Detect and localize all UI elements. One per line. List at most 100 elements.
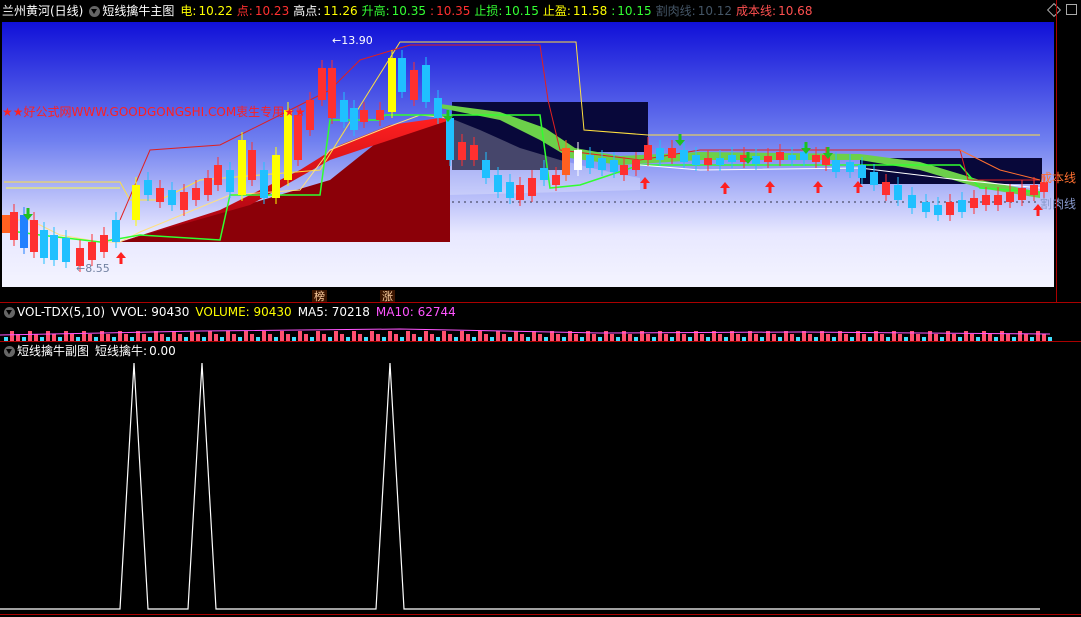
volume-chart[interactable] (0, 321, 1081, 341)
candle (970, 198, 978, 208)
candle (788, 155, 796, 160)
candle (214, 165, 222, 185)
stock-title[interactable]: 兰州黄河(日线) (2, 2, 83, 20)
volume-bar (352, 331, 356, 341)
candle (752, 156, 760, 164)
header-label-4: : (430, 4, 435, 18)
candle (632, 160, 640, 170)
volume-bar (988, 334, 992, 341)
volume-bar (502, 334, 506, 341)
volume-bar (214, 334, 218, 341)
candle (858, 165, 866, 178)
header-value-1: 10.23 (254, 4, 290, 18)
volume-bar (196, 334, 200, 341)
candle (376, 110, 384, 120)
indicator-menu-icon[interactable] (89, 5, 101, 17)
volume-bar (478, 331, 482, 341)
candle (812, 155, 820, 162)
candle (398, 58, 406, 92)
volume-bar (244, 331, 248, 341)
volume-bar (466, 334, 470, 341)
candle (458, 142, 466, 160)
volume-bar (772, 334, 776, 341)
sell-arrow-stem (26, 208, 30, 214)
candle (1030, 185, 1038, 195)
volume-bar (208, 331, 212, 341)
volume-bar (946, 331, 950, 341)
sell-arrow-stem (746, 152, 750, 158)
volume-bar (574, 334, 578, 341)
volume-bar (268, 334, 272, 341)
volume-bar (304, 334, 308, 341)
candle (248, 150, 256, 180)
candle (528, 178, 536, 196)
candle (994, 195, 1002, 205)
sub-indicator-chart[interactable] (0, 359, 1081, 615)
candle (776, 152, 784, 160)
watermark-text: ★★好公式网WWW.GOODGONGSHI.COM衷生专用★★ (2, 105, 306, 119)
candle (446, 118, 454, 160)
volume-bar (154, 331, 158, 341)
candle (870, 172, 878, 185)
high-price-label: ←13.90 (332, 34, 373, 47)
volume-bar (412, 334, 416, 341)
maximize-icon[interactable] (1066, 4, 1077, 15)
volume-bar (592, 334, 596, 341)
candle (470, 145, 478, 160)
candle (284, 110, 292, 180)
candle (832, 160, 840, 172)
volume-bar (916, 334, 920, 341)
candle (422, 65, 430, 102)
volume-bar (538, 334, 542, 341)
volume-bar (250, 334, 254, 341)
volume-bar (982, 331, 986, 341)
volume-bar (610, 334, 614, 341)
candle (388, 58, 396, 112)
candle (882, 182, 890, 195)
volume-bar (178, 334, 182, 341)
candle (204, 178, 212, 195)
candle (226, 170, 234, 192)
volume-bar (70, 334, 74, 341)
sub-indicator-label: 短线擒牛: (95, 344, 148, 358)
candle (340, 100, 348, 122)
indicator-name[interactable]: 短线擒牛主图 (102, 2, 174, 20)
volume-bar (448, 334, 452, 341)
volume-bar (316, 331, 320, 341)
candle (728, 155, 736, 162)
volume-bar (376, 334, 380, 341)
volume-bar (46, 331, 50, 341)
candle (908, 195, 916, 208)
header-value-3: 10.35 (391, 4, 427, 18)
volume-bar (862, 334, 866, 341)
diamond-icon[interactable] (1046, 2, 1062, 18)
candlestick-chart[interactable]: ←13.90 ←8.55 (0, 20, 1081, 290)
volume-bar (754, 334, 758, 341)
candle (540, 168, 548, 180)
right-divider (1056, 0, 1057, 302)
volume-bar (520, 334, 524, 341)
header-value-6: 11.58 (572, 4, 608, 18)
sub-menu-icon[interactable] (4, 345, 15, 357)
volume-bar (1006, 334, 1010, 341)
volume-bar (298, 331, 302, 341)
candle (132, 185, 140, 220)
candle (112, 220, 120, 242)
volume-indicator-name[interactable]: VOL-TDX(5,10) (17, 303, 105, 321)
candle (272, 155, 280, 198)
volume-bar (808, 334, 812, 341)
sub-indicator-name[interactable]: 短线擒牛副图 (17, 342, 89, 360)
cut-line-label: 割肉线 (1040, 197, 1077, 211)
header-label-7: : (611, 4, 616, 18)
candle (328, 68, 336, 118)
candle (144, 180, 152, 195)
volume-bar (82, 331, 86, 341)
candle (434, 98, 442, 118)
sell-arrow-stem (804, 142, 808, 148)
volume-item-2: MA5: 70218 (297, 305, 370, 319)
buy-arrow-stem (856, 187, 860, 193)
volume-item-1: VOLUME: 90430 (195, 305, 292, 319)
volume-menu-icon[interactable] (4, 306, 15, 318)
volume-bar (1000, 331, 1004, 341)
volume-bar (826, 334, 830, 341)
